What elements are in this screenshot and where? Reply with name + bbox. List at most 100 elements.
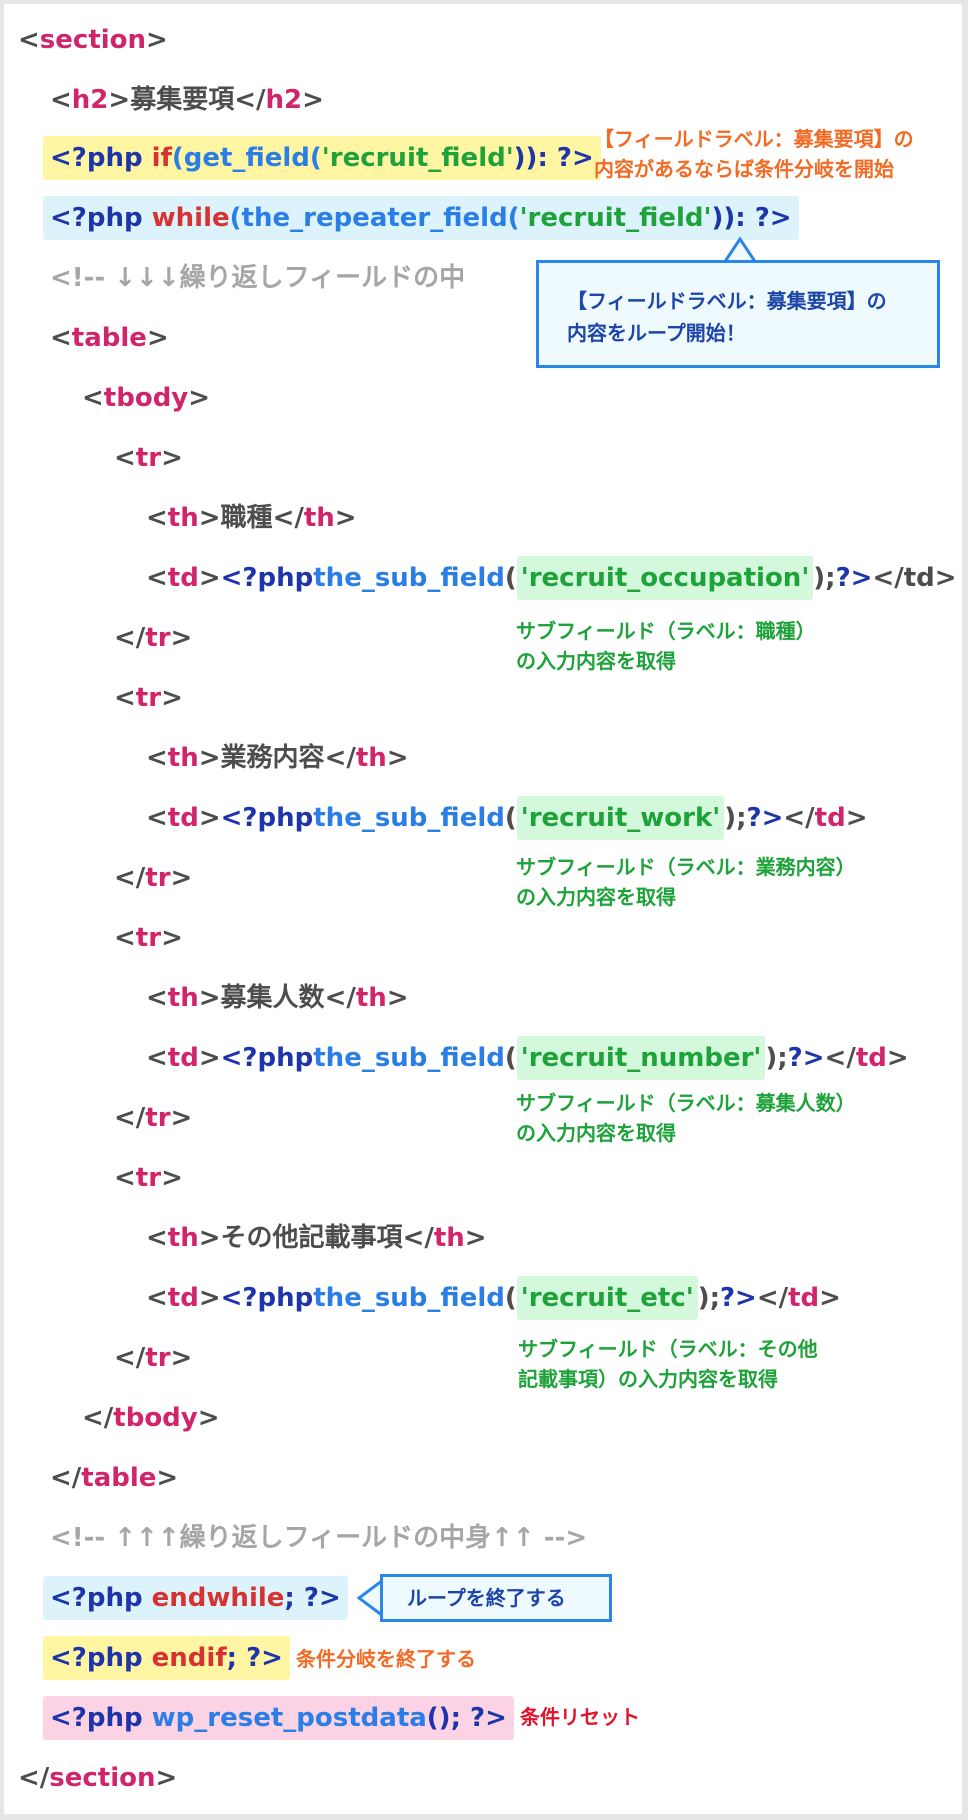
token-tag: th [167, 983, 199, 1013]
token-function: the_repeater_field [241, 203, 508, 233]
etc-note-line-2: 記載事項）の入力内容を取得 [518, 1367, 778, 1391]
if-note: 【フィールドラベル：募集要項】の 内容があるならば条件分岐を開始 [594, 124, 914, 184]
code-line-th-etc: <th>その他記載事項</th> [146, 1216, 487, 1260]
endwhile-callout: ループを終了する [380, 1574, 612, 1622]
token-text: 募集要項 [130, 85, 235, 115]
token-lt: < [146, 1223, 168, 1253]
token-function: the_sub_field [313, 1043, 505, 1073]
token-close: )): [513, 143, 557, 173]
token-php-close: ?> [303, 1583, 341, 1613]
token-tag: table [81, 1463, 157, 1493]
token-lt: < [146, 983, 168, 1013]
token-gt: > [155, 1763, 178, 1793]
if-note-line-1: 【フィールドラベル：募集要項】の [594, 127, 914, 151]
token-close-gt: > [845, 803, 868, 833]
token-function: the_sub_field [313, 1283, 505, 1313]
token-paren: ( [507, 203, 520, 233]
token-close-lt: </ [324, 743, 356, 773]
occupation-note: サブフィールド（ラベル：職種） の入力内容を取得 [516, 616, 816, 676]
token-gt: > [170, 863, 193, 893]
token-gt: > [170, 1343, 193, 1373]
token-close-gt: > [386, 743, 409, 773]
number-note-line-1: サブフィールド（ラベル：募集人数） [516, 1091, 856, 1115]
token-close-tag: th [303, 503, 335, 533]
loop-start-callout: 【フィールドラベル：募集要項】の 内容をループ開始！ [536, 260, 940, 368]
token-close-gt: > [334, 503, 357, 533]
work-note-line-2: の入力内容を取得 [516, 885, 676, 909]
token-lt: </ [50, 1463, 82, 1493]
token-comment: <!-- ↑↑↑繰り返しフィールドの中身↑↑ --> [50, 1523, 588, 1553]
token-gt: > [146, 25, 168, 55]
token-php-close: ?> [556, 143, 594, 173]
token-close-gt: > [464, 1223, 487, 1253]
if-note-line-2: 内容があるならば条件分岐を開始 [594, 157, 894, 181]
token-php-close: ?> [787, 1043, 825, 1073]
code-line-php-reset: <?php wp_reset_postdata(); ?> [43, 1696, 514, 1740]
token-close-lt: </ [783, 803, 815, 833]
token-lt: < [146, 1043, 168, 1073]
code-figure: <section> <h2>募集要項</h2> <?php if(get_fie… [4, 4, 962, 1814]
token-close-tag: h2 [265, 85, 303, 115]
token-close-gt: > [302, 85, 324, 115]
token-tag: td [167, 803, 199, 833]
token-gt: > [198, 563, 221, 593]
token-php-open: <?php [50, 143, 152, 173]
number-note: サブフィールド（ラベル：募集人数） の入力内容を取得 [516, 1088, 856, 1148]
token-gt: > [161, 443, 183, 473]
token-close-lt: </ [272, 503, 304, 533]
green-highlight-string: 'recruit_number' [516, 1036, 766, 1080]
code-line-php-if: <?php if(get_field('recruit_field')): ?> [43, 136, 601, 180]
token-gt: > [108, 85, 131, 115]
pink-highlight: <?php wp_reset_postdata(); ?> [43, 1696, 514, 1740]
token-lt: </ [114, 623, 146, 653]
token-lt: < [50, 85, 72, 115]
code-line-tr-close: </tr> [114, 1096, 192, 1140]
token-php-open: <?php [50, 1643, 152, 1673]
token-gt: > [161, 1163, 183, 1193]
token-paren: ( [171, 143, 184, 173]
token-gt: > [156, 1463, 179, 1493]
token-tag: h2 [71, 85, 109, 115]
code-line-tr-close: </tr> [114, 1336, 192, 1380]
token-tag: tbody [113, 1403, 198, 1433]
token-tag: td [167, 563, 199, 593]
token-lt: < [146, 563, 168, 593]
token-tag: tr [145, 863, 171, 893]
code-line-tr-close: </tr> [114, 616, 192, 660]
token-close-tag: th [355, 743, 387, 773]
token-close-tag: td [855, 1043, 887, 1073]
green-highlight-string: 'recruit_etc' [516, 1276, 698, 1320]
token-php-close: ?> [754, 203, 792, 233]
code-line-tr-open: <tr> [114, 1156, 183, 1200]
token-string: 'recruit_field' [321, 143, 514, 173]
code-line-table-close: </table> [50, 1456, 178, 1500]
token-text: 募集人数 [220, 983, 325, 1013]
token-close-lt: </ [324, 983, 356, 1013]
code-line-tr-close: </tr> [114, 856, 192, 900]
token-td-close: </td> [872, 563, 957, 593]
token-tag: td [167, 1283, 199, 1313]
token-tag: tr [135, 1163, 162, 1193]
token-text: 職種 [220, 503, 273, 533]
code-line-tbody-open: <tbody> [82, 376, 210, 420]
code-line-php-while: <?php while(the_repeater_field('recruit_… [43, 196, 799, 240]
token-close-lt: </ [756, 1283, 789, 1313]
token-tag: tr [135, 683, 162, 713]
blue-highlight: <?php while(the_repeater_field('recruit_… [43, 196, 799, 240]
token-close-lt: </ [234, 85, 266, 115]
blue-highlight: <?php endwhile; ?> [43, 1576, 348, 1620]
token-string: 'recruit_field' [519, 203, 712, 233]
token-close-gt: > [886, 1043, 909, 1073]
reset-note: 条件リセット [520, 1705, 640, 1729]
loop-start-callout-line-1: 【フィールドラベル：募集要項】の [567, 289, 887, 313]
token-php-open: <?php [50, 203, 152, 233]
token-tag: table [71, 323, 147, 353]
token-text: 業務内容 [220, 743, 325, 773]
token-lt: < [146, 803, 168, 833]
token-close-lt: </ [824, 1043, 856, 1073]
token-tag: tr [135, 443, 162, 473]
token-paren: ( [504, 563, 517, 593]
code-line-th-number: <th>募集人数</th> [146, 976, 409, 1020]
token-gt: > [198, 503, 221, 533]
code-line-comment-end: <!-- ↑↑↑繰り返しフィールドの中身↑↑ --> [50, 1516, 587, 1560]
